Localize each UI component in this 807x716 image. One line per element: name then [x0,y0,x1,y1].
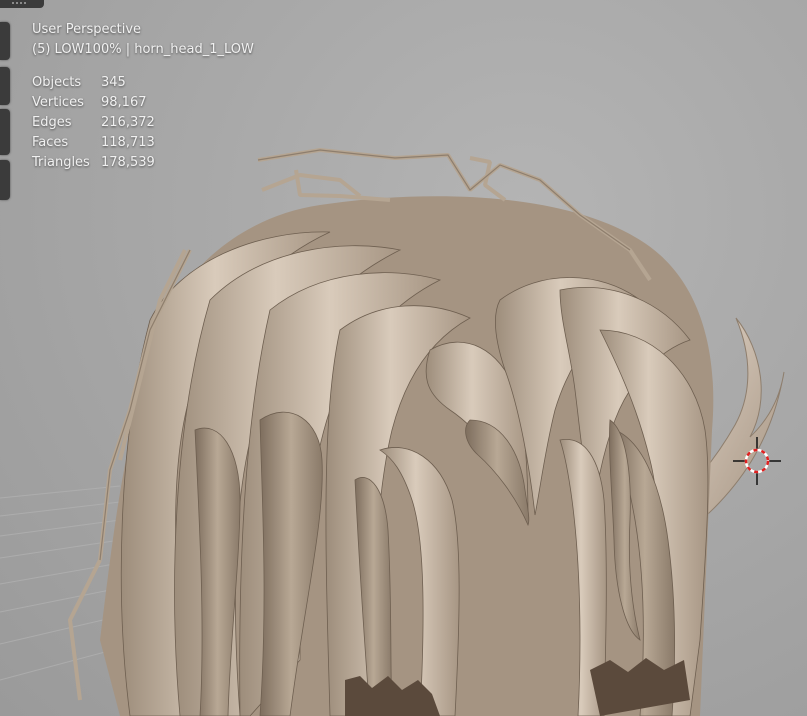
3d-viewport[interactable]: User Perspective (5) LOW100% | horn_head… [0,0,807,716]
move-tool-button[interactable] [0,109,10,155]
stat-row-objects: Objects 345 [32,73,155,93]
viewport-text-info: User Perspective (5) LOW100% | horn_head… [32,20,254,60]
stat-row-triangles: Triangles 178,539 [32,153,155,173]
left-toolbar [0,0,44,716]
stat-value: 118,713 [101,135,155,150]
stat-value: 216,372 [101,115,155,130]
scene-statistics: Objects 345 Vertices 98,167 Edges 216,372 F… [32,73,155,173]
view-name: User Perspective [32,22,142,37]
stat-value: 178,539 [101,155,155,170]
select-tool-button[interactable] [0,22,10,60]
stat-label: Edges [32,115,72,130]
stat-label: Faces [32,135,69,150]
stat-label: Vertices [32,95,84,110]
toolbar-collapse-tab[interactable] [0,0,44,8]
3d-cursor-icon[interactable] [733,437,781,485]
stat-label: Triangles [32,155,90,170]
stat-label: Objects [32,75,82,90]
stat-value: 345 [101,75,126,90]
annotate-tool-button[interactable] [0,160,10,200]
stat-row-vertices: Vertices 98,167 [32,93,155,113]
stat-value: 98,167 [101,95,147,110]
collection-info: (5) LOW100% | horn_head_1_LOW [32,42,254,57]
stat-row-edges: Edges 216,372 [32,113,155,133]
cursor-tool-button[interactable] [0,67,10,105]
stat-row-faces: Faces 118,713 [32,133,155,153]
